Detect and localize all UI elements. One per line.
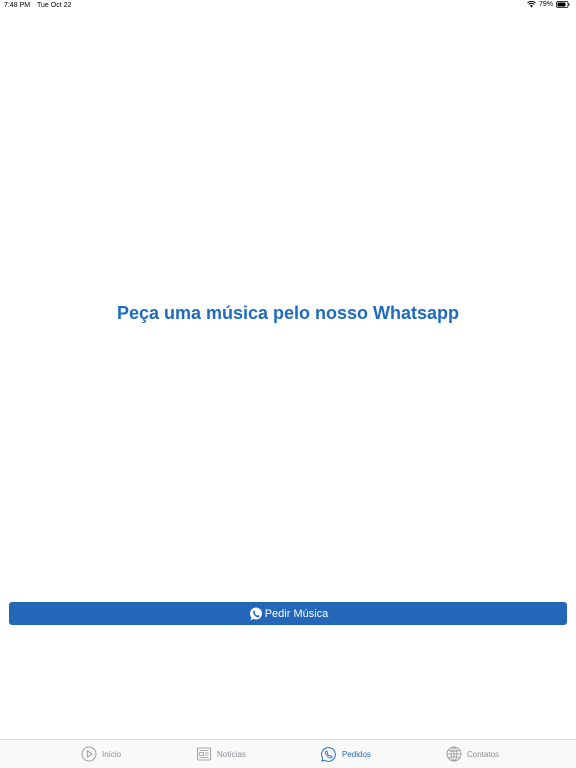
whatsapp-icon [248,606,264,622]
play-circle-icon [81,746,97,762]
tab-inicio[interactable]: Início [81,746,121,762]
tab-label: Contatos [467,749,500,759]
status-bar: 7:48 PM Tue Oct 22 79% [0,0,576,12]
whatsapp-icon [320,746,337,763]
tab-noticias[interactable]: Notícias [196,746,246,762]
newspaper-icon [196,746,212,762]
request-song-label: Pedir Música [264,607,329,620]
tab-bar: Início Notícias Pedidos Contatos [0,739,576,768]
status-indicators: 79% [527,1,570,8]
battery-icon [556,1,570,8]
globe-icon [446,746,462,762]
tab-label: Pedidos [342,750,371,759]
status-date: Tue Oct 22 [37,2,72,9]
request-song-button[interactable]: Pedir Música [9,602,567,625]
tab-label: Notícias [217,749,246,759]
page-headline: Peça uma música pelo nosso Whatsapp [116,303,460,323]
battery-percent: 79% [538,1,553,8]
tab-pedidos[interactable]: Pedidos [320,746,371,763]
tab-contatos[interactable]: Contatos [446,746,499,762]
status-time: 7:48 PM [4,2,31,9]
tab-label: Início [102,749,122,759]
wifi-icon [527,1,536,8]
app-screen: 7:48 PM Tue Oct 22 79% Peça uma música p… [0,0,576,768]
